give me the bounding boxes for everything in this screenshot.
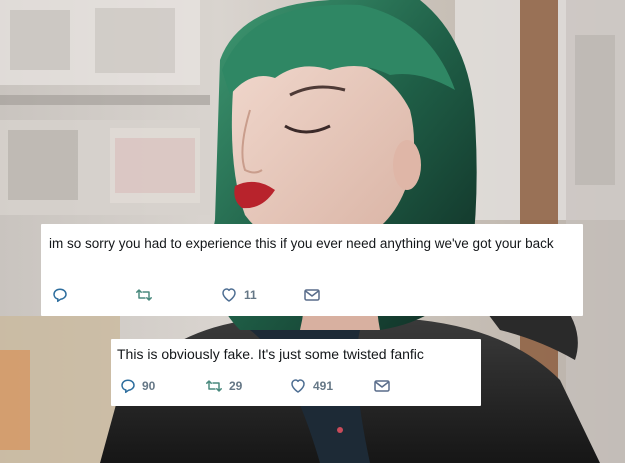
- envelope-icon: [303, 287, 321, 303]
- reply-button[interactable]: 90: [120, 378, 155, 394]
- tweet-card: This is obviously fake. It's just some t…: [111, 339, 481, 406]
- tweet-actions: 90 29 491: [111, 373, 481, 399]
- reply-count: 90: [142, 379, 156, 393]
- reply-button[interactable]: [52, 287, 74, 303]
- like-count: 491: [313, 379, 334, 393]
- tweet-actions: 11: [41, 282, 583, 308]
- retweet-icon: [205, 378, 223, 394]
- like-button[interactable]: 11: [220, 287, 257, 303]
- heart-icon: [289, 378, 307, 394]
- like-count: 11: [244, 288, 257, 302]
- reply-icon: [120, 378, 136, 394]
- direct-message-button[interactable]: [373, 378, 391, 394]
- reply-icon: [52, 287, 68, 303]
- tweet-text: im so sorry you had to experience this i…: [49, 236, 554, 251]
- like-button[interactable]: 491: [289, 378, 333, 394]
- envelope-icon: [373, 378, 391, 394]
- retweet-icon: [135, 287, 153, 303]
- tweet-card: im so sorry you had to experience this i…: [41, 224, 583, 316]
- direct-message-button[interactable]: [303, 287, 321, 303]
- tweet-text: This is obviously fake. It's just some t…: [117, 346, 424, 362]
- heart-icon: [220, 287, 238, 303]
- retweet-button[interactable]: 29: [205, 378, 242, 394]
- retweet-count: 29: [229, 379, 243, 393]
- retweet-button[interactable]: [135, 287, 159, 303]
